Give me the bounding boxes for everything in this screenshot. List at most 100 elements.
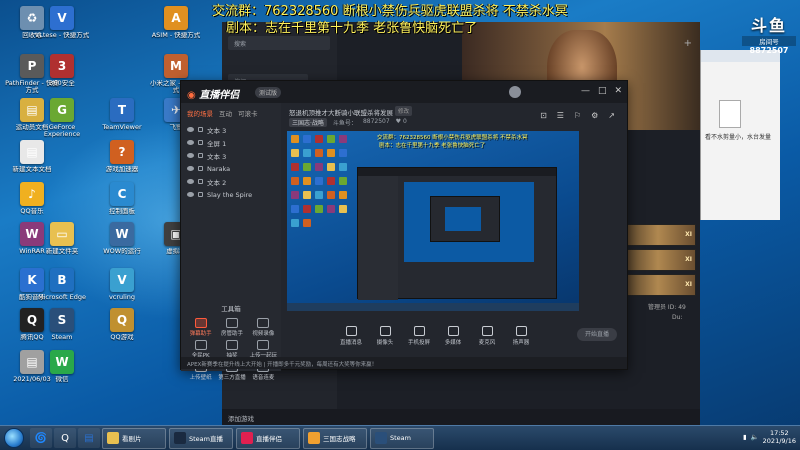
app-icon: ▤ xyxy=(20,140,44,164)
source-button[interactable]: 麦克风 xyxy=(475,326,499,346)
lock-icon[interactable] xyxy=(198,179,203,184)
source-button[interactable]: 摄像头 xyxy=(373,326,397,346)
tool-button[interactable]: 房管助手 xyxy=(216,318,247,337)
scene-item[interactable]: Naraka xyxy=(181,162,281,175)
preview-mini-icon xyxy=(315,177,323,185)
scene-label: 全屏 1 xyxy=(207,139,227,148)
preview-taskbar xyxy=(287,303,579,311)
desktop-icon[interactable]: ▭ 新建文件夹 xyxy=(34,222,90,274)
right-browser-window[interactable]: 看不水剪量小，水台发量 xyxy=(700,50,780,220)
avatar[interactable] xyxy=(509,86,521,98)
scene-item[interactable]: 全屏 1 xyxy=(181,136,281,149)
desktop-icon-label: 游戏加速器 xyxy=(105,166,139,173)
clock[interactable]: 17:52 2021/9/16 xyxy=(763,429,796,445)
preview-nested-screen xyxy=(404,182,534,262)
pinned-app-icon[interactable]: Q xyxy=(54,428,76,448)
scene-item[interactable]: 文本 2 xyxy=(181,175,281,188)
header-actions: ⊡ ☰ ⚐ ⚙ ↗ xyxy=(540,111,615,120)
start-button[interactable] xyxy=(4,428,24,448)
thumbnail[interactable]: XI xyxy=(620,224,696,246)
add-game-link[interactable]: 添加游戏 xyxy=(228,413,254,423)
eye-icon[interactable] xyxy=(187,166,194,171)
taskbar-task[interactable]: Steam直播 xyxy=(169,427,233,449)
lock-icon[interactable] xyxy=(198,140,203,145)
edit-title-button[interactable]: 修改 xyxy=(395,106,413,116)
eye-icon[interactable] xyxy=(187,140,194,145)
preview-mini-icon xyxy=(291,135,299,143)
source-label: 扬声器 xyxy=(512,340,530,346)
stream-preview[interactable]: 交流群：762328560 断根小禁伤兵驱虎联盟杀将 不禁杀水冥 剧本：志在千里… xyxy=(287,131,579,311)
preview-overlay-2: 剧本：志在千里第十九季 老张鲁快脑死亡了 xyxy=(379,143,486,149)
announcement-bar[interactable]: APEX新赛季在提升线上大开始 | 开播即多千元奖励，每周还有大奖等你来赢！ xyxy=(181,357,627,369)
stream-category[interactable]: 三国志·战略 xyxy=(289,118,327,127)
tool-icon xyxy=(194,340,207,350)
window-control-icon[interactable]: ✕ xyxy=(614,86,622,96)
desktop-icon[interactable]: V VLtese - 快捷方式 xyxy=(34,6,90,58)
eye-icon[interactable] xyxy=(187,153,194,158)
source-button[interactable]: 手机投屏 xyxy=(407,326,431,346)
eye-icon[interactable] xyxy=(187,192,194,197)
pinned-app-icon[interactable]: 🌀 xyxy=(30,428,52,448)
start-stream-button[interactable]: 开始直播 xyxy=(577,328,617,341)
source-label: 麦克风 xyxy=(478,340,496,346)
desktop-icon[interactable]: W WOW的运行 xyxy=(94,222,150,274)
window-control-icon[interactable]: — xyxy=(581,86,590,96)
desktop-icon-label: Microsoft Edge xyxy=(37,294,86,301)
lock-icon[interactable] xyxy=(198,127,203,132)
volume-icon[interactable]: 🔈 xyxy=(751,433,759,441)
scene-item[interactable]: 文本 3 xyxy=(181,123,281,136)
header-action-icon[interactable]: ⊡ xyxy=(540,111,547,120)
thumbnail[interactable]: XI xyxy=(620,249,696,271)
task-icon xyxy=(107,432,119,444)
scene-label: 文本 3 xyxy=(207,152,227,161)
desktop-icon-label: 微信 xyxy=(55,376,69,383)
app-icon: B xyxy=(50,268,74,292)
overlay-script-text: 剧本：志在千里第十九季 老张鲁快脑死亡了 xyxy=(226,21,478,36)
desktop-icon[interactable]: Q QQ游戏 xyxy=(94,308,150,360)
open-tasks: 看剧片 Steam直播 直播伴侣 三国志战略 Steam xyxy=(102,427,437,449)
taskbar-task[interactable]: 直播伴侣 xyxy=(236,427,300,449)
bg-search-input[interactable]: 搜索 xyxy=(228,36,330,50)
eye-icon[interactable] xyxy=(187,179,194,184)
preview-mini-icon xyxy=(303,135,311,143)
source-icon xyxy=(345,326,357,336)
app-icon: S xyxy=(50,308,74,332)
desktop-icon[interactable]: A ASIM - 快捷方式 xyxy=(148,6,204,58)
desktop-icon[interactable]: W 微信 xyxy=(34,350,90,402)
header-action-icon[interactable]: ⚙ xyxy=(591,111,598,120)
thumbnail[interactable]: XI xyxy=(620,274,696,296)
stream-title[interactable]: 怒退机顶推才大断骑小联盟杀将发展 xyxy=(289,107,393,117)
pinned-app-icon[interactable]: ▤ xyxy=(78,428,100,448)
scene-item[interactable]: Slay the Spire xyxy=(181,188,281,201)
add-icon[interactable]: + xyxy=(684,38,692,49)
desktop-icon-label: QQ音乐 xyxy=(20,208,44,215)
lock-icon[interactable] xyxy=(198,153,203,158)
scene-item[interactable]: 文本 3 xyxy=(181,149,281,162)
thumbnail-badge: XI xyxy=(685,281,692,288)
preview-mini-icon xyxy=(339,205,347,213)
taskbar-task[interactable]: 看剧片 xyxy=(102,427,166,449)
preview-mini-icon xyxy=(315,135,323,143)
source-button[interactable]: 多媒体 xyxy=(441,326,465,346)
bg-duration: Du: xyxy=(672,314,683,321)
taskbar-task[interactable]: 三国志战略 xyxy=(303,427,367,449)
network-icon[interactable]: ▮ xyxy=(743,433,747,441)
tab-2[interactable]: 可滚卡 xyxy=(238,108,258,118)
taskbar-task[interactable]: Steam xyxy=(370,427,434,449)
source-button[interactable]: 直播消息 xyxy=(339,326,363,346)
lock-icon[interactable] xyxy=(198,166,203,171)
header-action-icon[interactable]: ↗ xyxy=(608,111,615,120)
source-button[interactable]: 扬声器 xyxy=(509,326,533,346)
tab-1[interactable]: 互动 xyxy=(219,108,232,118)
tool-button[interactable]: 视频录像 xyxy=(248,318,279,337)
lock-icon[interactable] xyxy=(198,192,203,197)
header-action-icon[interactable]: ⚐ xyxy=(574,111,581,120)
streaming-companion-window[interactable]: ◉ 直播伴侣 测试版 — □ ✕ 我的场景 互动 可滚卡 文本 3 全屏 1 文本 3 Nar… xyxy=(180,80,628,381)
preview-mini-icon xyxy=(339,135,347,143)
tool-button[interactable]: 弹幕助手 xyxy=(185,318,216,337)
tab-0[interactable]: 我的场景 xyxy=(187,108,213,118)
header-action-icon[interactable]: ☰ xyxy=(557,111,564,120)
browser-text: 看不水剪量小，水台发量 xyxy=(705,134,772,141)
eye-icon[interactable] xyxy=(187,127,194,132)
window-control-icon[interactable]: □ xyxy=(598,86,607,96)
